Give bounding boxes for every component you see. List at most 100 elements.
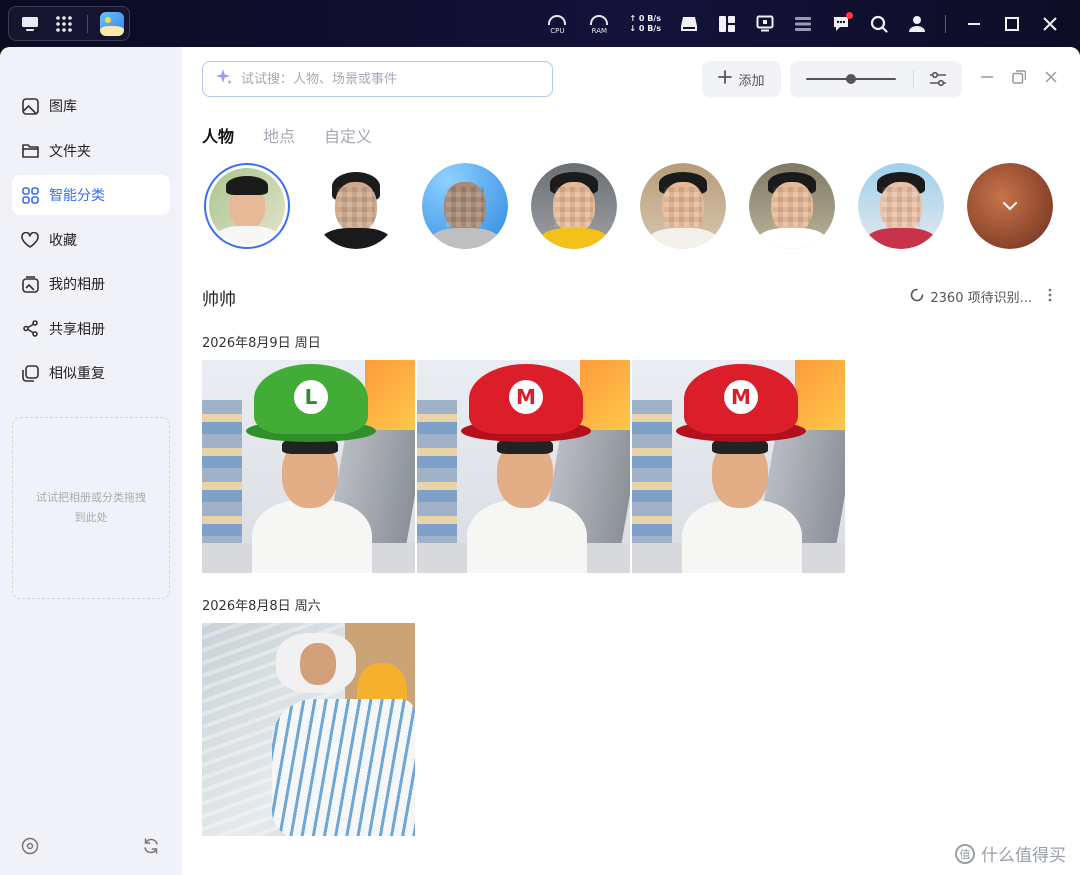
person-avatar[interactable] (531, 163, 617, 249)
avatar-body (537, 228, 611, 249)
watermark-logo-icon: 值 (955, 843, 975, 864)
filter-settings-icon[interactable] (928, 69, 948, 89)
photo-kid-body (682, 500, 802, 573)
upload-rate: ↑ 0 B/s (629, 13, 661, 23)
sidebar-item-my-albums[interactable]: 我的相册 (12, 264, 170, 304)
search-box[interactable] (202, 61, 553, 97)
tray-divider (945, 14, 946, 33)
message-icon[interactable] (831, 11, 853, 34)
add-button-label: 添加 (738, 73, 765, 89)
system-tray: CPU RAM ↑ 0 B/s ↓ 0 B/s (545, 0, 1060, 47)
person-avatar-selected[interactable] (204, 163, 290, 249)
grid-icon (21, 186, 39, 204)
photo-sign (365, 360, 415, 430)
sync-icon[interactable] (142, 837, 160, 855)
maximize-icon[interactable] (1002, 14, 1022, 34)
people-row (204, 163, 1064, 251)
settings-icon[interactable] (21, 837, 39, 855)
photo-kid-body (467, 500, 587, 573)
avatar-photo (749, 163, 835, 249)
photo-shelf (632, 400, 672, 560)
sidebar-item-label: 共享相册 (49, 321, 105, 338)
cpu-gauge[interactable]: CPU (545, 13, 569, 35)
sidebar-item-gallery[interactable]: 图库 (12, 86, 170, 126)
person-avatar[interactable] (749, 163, 835, 249)
add-button[interactable]: 添加 (702, 61, 781, 97)
person-avatar[interactable] (640, 163, 726, 249)
zoom-divider (913, 70, 914, 88)
main-content: 添加 人物 地点 自定义 (182, 47, 1080, 875)
tab-places[interactable]: 地点 (263, 123, 295, 147)
layout-icon[interactable] (717, 14, 737, 34)
photo-blanket (272, 699, 415, 836)
system-taskbar: CPU RAM ↑ 0 B/s ↓ 0 B/s (0, 0, 1080, 47)
photo-thumbnail[interactable]: M (417, 360, 630, 573)
desktop-icon[interactable] (19, 13, 41, 35)
search-input[interactable] (241, 71, 552, 87)
tab-custom[interactable]: 自定义 (324, 123, 372, 147)
sidebar-item-shared-albums[interactable]: 共享相册 (12, 309, 170, 349)
avatar-hair (225, 175, 269, 196)
download-rate-value: 0 B/s (638, 23, 661, 33)
avatar-photo (422, 163, 508, 249)
close-icon[interactable] (1040, 14, 1060, 34)
window-close-icon[interactable] (1043, 69, 1059, 85)
avatar-mosaic (446, 187, 484, 227)
folder-icon (21, 142, 39, 160)
zoom-slider-handle[interactable] (846, 74, 856, 84)
ram-label: RAM (591, 26, 608, 35)
watermark: 值 什么值得买 (955, 841, 1066, 866)
photo-hat-badge: L (294, 380, 328, 414)
avatar-photo (313, 163, 399, 249)
more-options-icon[interactable] (1042, 285, 1058, 305)
person-avatar[interactable] (422, 163, 508, 249)
ram-gauge[interactable]: RAM (587, 13, 611, 35)
search-icon[interactable] (869, 14, 889, 34)
photo-hat-badge: M (724, 380, 758, 414)
sidebar-item-similar-duplicates[interactable]: 相似重复 (12, 353, 170, 393)
cpu-gauge-icon (548, 14, 567, 25)
sidebar-item-label: 智能分类 (49, 188, 105, 204)
window-restore-icon[interactable] (1011, 69, 1027, 85)
album-drop-zone[interactable]: 试试把相册或分类拖拽到此处 (12, 417, 170, 599)
heart-icon (21, 231, 39, 249)
photo-kid-head (300, 643, 336, 685)
storage-icon[interactable] (679, 14, 699, 34)
photo-thumbnail[interactable]: L (202, 360, 415, 573)
avatar-mosaic (773, 187, 811, 227)
duplicate-icon (21, 364, 39, 382)
photo-sign (795, 360, 845, 430)
photo-shelf (417, 400, 457, 560)
watermark-text: 什么值得买 (981, 846, 1066, 866)
person-avatar[interactable] (313, 163, 399, 249)
user-icon[interactable] (907, 14, 927, 34)
more-people-button[interactable] (967, 163, 1053, 249)
network-rate[interactable]: ↑ 0 B/s ↓ 0 B/s (629, 14, 661, 34)
sidebar-item-smart-category[interactable]: 智能分类 (12, 175, 170, 215)
avatar-body (319, 228, 393, 249)
person-avatar[interactable] (858, 163, 944, 249)
date-group-label: 2026年8月9日 周日 (202, 336, 321, 351)
photo-thumbnail[interactable] (202, 623, 415, 836)
avatar-body (428, 228, 502, 249)
sidebar-item-folder[interactable]: 文件夹 (12, 131, 170, 171)
window-minimize-icon[interactable] (979, 69, 995, 85)
monitor-icon[interactable] (755, 14, 775, 34)
photos-app-icon[interactable] (100, 11, 124, 36)
plus-icon (718, 70, 733, 88)
person-name-title[interactable]: 帅帅 (202, 285, 236, 310)
album-icon (21, 275, 39, 293)
minimize-icon[interactable] (964, 14, 984, 34)
app-grid-icon[interactable] (53, 13, 75, 35)
avatar-photo (858, 163, 944, 249)
tab-people[interactable]: 人物 (202, 123, 234, 147)
ai-sparkle-icon (215, 68, 233, 90)
cpu-label: CPU (550, 26, 565, 35)
photo-thumbnail[interactable]: M (632, 360, 845, 573)
photo-kid-body (252, 500, 372, 573)
sidebar-item-label: 文件夹 (49, 143, 91, 160)
server-list-icon[interactable] (793, 14, 813, 34)
photo-shelf (202, 400, 242, 560)
sidebar-item-favorites[interactable]: 收藏 (12, 220, 170, 260)
date-group-label: 2026年8月8日 周六 (202, 599, 321, 614)
